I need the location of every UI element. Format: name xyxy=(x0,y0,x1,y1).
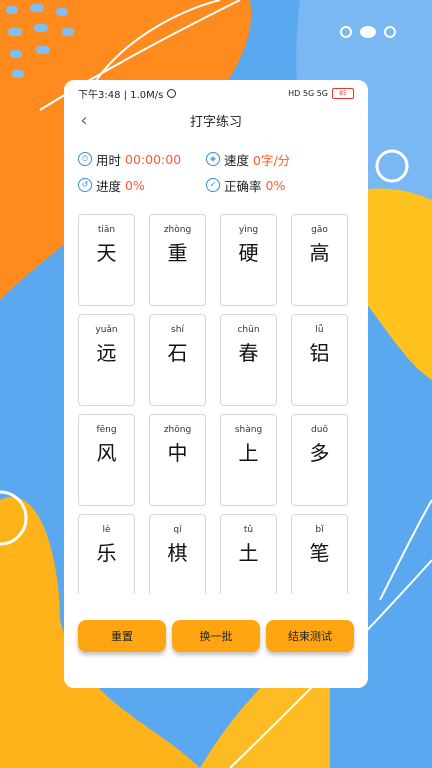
stat-time: ⏱ 用时 00:00:00 xyxy=(78,150,206,169)
stat-accuracy: ✓ 正确率 0% xyxy=(206,176,285,195)
battery-level: 85 xyxy=(339,89,347,97)
finish-test-button[interactable]: 结束测试 xyxy=(266,620,354,652)
alarm-icon xyxy=(167,88,177,98)
character-card[interactable]: zhòng 重 xyxy=(149,214,206,306)
stat-time-label: 用时 xyxy=(96,152,122,168)
character-card[interactable]: chūn 春 xyxy=(220,314,277,406)
character-card[interactable]: tǔ 土 xyxy=(220,514,277,594)
character-card[interactable]: lè 乐 xyxy=(78,514,135,594)
stat-progress-value: 0% xyxy=(125,177,145,193)
pinyin: chūn xyxy=(237,325,260,335)
hanzi: 乐 xyxy=(96,541,117,565)
pinyin: duō xyxy=(311,425,328,435)
character-card[interactable]: duō 多 xyxy=(291,414,348,506)
pinyin: gāo xyxy=(311,225,328,235)
page-indicator xyxy=(340,26,396,38)
character-card[interactable]: bǐ 笔 xyxy=(291,514,348,594)
action-buttons: 重置 换一批 结束测试 xyxy=(78,620,354,652)
stat-speed-label: 速度 xyxy=(224,152,250,168)
hanzi: 重 xyxy=(167,241,188,265)
character-card[interactable]: tiān 天 xyxy=(78,214,135,306)
pinyin: fēng xyxy=(96,425,117,435)
character-grid: tiān 天 zhòng 重 yìng 硬 gāo 高 yuǎn 远 shí 石 chūn 春… xyxy=(78,214,354,594)
character-grid-scroll[interactable]: tiān 天 zhòng 重 yìng 硬 gāo 高 yuǎn 远 shí 石 chūn 春… xyxy=(78,214,354,594)
progress-icon: ↺ xyxy=(78,178,92,192)
hanzi: 铝 xyxy=(309,341,330,365)
stat-progress-label: 进度 xyxy=(96,178,122,194)
character-card[interactable]: fēng 风 xyxy=(78,414,135,506)
character-card[interactable]: lǚ 铝 xyxy=(291,314,348,406)
character-card[interactable]: shí 石 xyxy=(149,314,206,406)
clock-icon: ⏱ xyxy=(78,152,92,166)
hanzi: 天 xyxy=(96,241,117,265)
pinyin: yuǎn xyxy=(95,325,118,335)
page-dot xyxy=(340,26,352,38)
hanzi: 中 xyxy=(167,441,188,465)
phone-screen: 下午3:48 | 1.0M/s HD 5G 5G 85 ‹ 打字练习 ⏱ 用时 … xyxy=(64,80,368,688)
character-card[interactable]: qí 棋 xyxy=(149,514,206,594)
character-card[interactable]: yuǎn 远 xyxy=(78,314,135,406)
hanzi: 高 xyxy=(309,241,330,265)
status-bar: 下午3:48 | 1.0M/s HD 5G 5G 85 xyxy=(64,80,368,106)
check-icon: ✓ xyxy=(206,178,220,192)
pinyin: bǐ xyxy=(315,525,324,535)
pinyin: tǔ xyxy=(243,525,254,535)
pinyin: lǚ xyxy=(315,325,324,335)
stat-accuracy-label: 正确率 xyxy=(224,178,262,194)
signal-indicator: HD 5G 5G xyxy=(288,88,328,98)
title-bar: ‹ 打字练习 xyxy=(64,106,368,134)
chevron-left-icon[interactable]: ‹ xyxy=(74,110,94,131)
hanzi: 土 xyxy=(238,541,259,565)
pinyin: zhòng xyxy=(163,225,192,235)
stat-progress: ↺ 进度 0% xyxy=(78,176,206,195)
character-card[interactable]: yìng 硬 xyxy=(220,214,277,306)
pinyin: shàng xyxy=(234,425,263,435)
pinyin: lè xyxy=(102,525,111,535)
page-dot-active xyxy=(360,26,376,38)
stat-speed-value: 0字/分 xyxy=(253,152,291,168)
stat-accuracy-value: 0% xyxy=(265,177,286,193)
hanzi: 多 xyxy=(309,441,330,465)
stats-panel: ⏱ 用时 00:00:00 ◈ 速度 0字/分 ↺ 进度 0% ✓ 正确率 0% xyxy=(64,134,368,198)
hanzi: 棋 xyxy=(167,541,188,565)
hanzi: 笔 xyxy=(309,541,330,565)
stat-speed: ◈ 速度 0字/分 xyxy=(206,150,290,169)
hanzi: 石 xyxy=(167,341,188,365)
character-card[interactable]: zhōng 中 xyxy=(149,414,206,506)
compass-icon: ◈ xyxy=(206,152,220,166)
reset-button[interactable]: 重置 xyxy=(78,620,166,652)
battery-icon: 85 xyxy=(332,87,354,99)
status-time: 下午3:48 | 1.0M/s xyxy=(78,89,164,101)
pinyin: shí xyxy=(171,325,184,335)
pinyin: yìng xyxy=(238,225,259,235)
hanzi: 远 xyxy=(96,341,117,365)
stat-time-value: 00:00:00 xyxy=(125,151,182,167)
hanzi: 春 xyxy=(238,341,259,365)
hanzi: 风 xyxy=(96,441,117,465)
character-card[interactable]: shàng 上 xyxy=(220,414,277,506)
pinyin: qí xyxy=(173,525,182,535)
pinyin: zhōng xyxy=(163,425,192,435)
page-title: 打字练习 xyxy=(189,114,242,130)
character-card[interactable]: gāo 高 xyxy=(291,214,348,306)
pinyin: tiān xyxy=(97,225,116,235)
page-dot xyxy=(384,26,396,38)
change-batch-button[interactable]: 换一批 xyxy=(172,620,260,652)
hanzi: 上 xyxy=(238,441,259,465)
hanzi: 硬 xyxy=(238,241,259,265)
